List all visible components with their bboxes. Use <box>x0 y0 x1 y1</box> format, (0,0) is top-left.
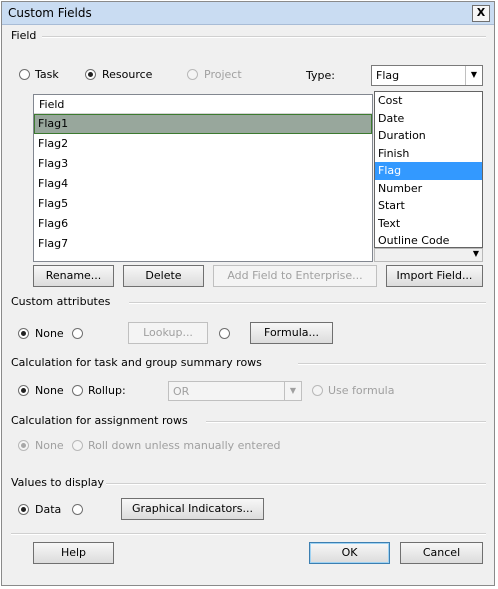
field-list-header-label: Field <box>39 98 65 111</box>
assignment-none-radio[interactable] <box>18 440 29 451</box>
dropdown-option-label: Duration <box>378 129 426 142</box>
project-radio[interactable] <box>187 69 198 80</box>
dropdown-option[interactable]: Outline Code <box>375 232 482 250</box>
list-item-label: Flag1 <box>38 117 69 130</box>
formula-radio[interactable] <box>219 328 230 339</box>
dropdown-option-label: Finish <box>378 146 410 160</box>
roll-down-label: Roll down unless manually entered <box>88 439 281 452</box>
task-radio-label: Task <box>35 68 59 81</box>
list-item[interactable]: Flag4 <box>34 174 372 194</box>
list-item[interactable]: Flag3 <box>34 154 372 174</box>
delete-button[interactable]: Delete <box>123 265 204 287</box>
resource-radio-label: Resource <box>102 68 153 81</box>
data-radio-label: Data <box>35 503 62 516</box>
rollup-radio[interactable] <box>72 385 83 396</box>
dropdown-option[interactable]: Duration <box>375 127 482 145</box>
graphical-indicators-button[interactable]: Graphical Indicators... <box>121 498 264 520</box>
dropdown-option-label: Text <box>378 216 401 230</box>
dropdown-option-label: Start <box>378 199 405 212</box>
dropdown-option-label: Number <box>378 181 423 195</box>
chevron-down-icon: ▼ <box>465 66 482 85</box>
dropdown-option[interactable]: Cost <box>375 92 482 110</box>
list-scrollbar-bottom[interactable]: ▼ <box>374 248 483 262</box>
close-icon: X <box>476 6 486 19</box>
dropdown-option[interactable]: Text <box>375 215 482 233</box>
use-formula-radio[interactable] <box>312 385 323 396</box>
list-item[interactable]: Flag7 <box>34 234 372 254</box>
dialog-title: Custom Fields <box>8 6 92 20</box>
list-item-label: Flag2 <box>38 137 69 150</box>
list-item-label: Flag4 <box>38 177 69 190</box>
summary-none-radio[interactable] <box>18 385 29 396</box>
dropdown-option-highlighted[interactable]: Flag <box>375 162 482 180</box>
dropdown-option[interactable]: Start <box>375 197 482 215</box>
field-group-label: Field <box>11 29 37 42</box>
formula-button[interactable]: Formula... <box>250 322 333 344</box>
list-item[interactable]: Flag2 <box>34 134 372 154</box>
cancel-button[interactable]: Cancel <box>400 542 483 564</box>
list-item-label: Flag6 <box>38 217 69 230</box>
custom-attributes-separator <box>129 302 486 304</box>
scroll-down-icon: ▼ <box>472 249 479 258</box>
task-radio[interactable] <box>19 69 30 80</box>
dropdown-option-label: Date <box>378 111 405 125</box>
chevron-down-icon: ▼ <box>284 382 301 400</box>
list-item-label: Flag7 <box>38 237 69 250</box>
project-radio-label: Project <box>204 68 242 81</box>
field-list[interactable]: Field Flag1 Flag2 Flag3 Flag4 Flag5 Flag… <box>33 94 373 262</box>
add-to-enterprise-button[interactable]: Add Field to Enterprise... <box>213 265 377 287</box>
close-button[interactable]: X <box>472 5 490 22</box>
footer-separator <box>11 533 486 535</box>
dropdown-option[interactable]: Finish <box>375 145 482 163</box>
calc-summary-label: Calculation for task and group summary r… <box>11 356 262 369</box>
field-group-separator <box>42 36 486 38</box>
rollup-select-value: OR <box>173 385 190 398</box>
type-select[interactable]: Flag ▼ <box>371 65 483 86</box>
dropdown-option[interactable]: Date <box>375 110 482 128</box>
rollup-select[interactable]: OR ▼ <box>168 381 302 401</box>
type-label: Type: <box>306 69 335 82</box>
custom-none-label: None <box>35 327 64 340</box>
values-display-label: Values to display <box>11 476 105 489</box>
dropdown-option-label: Outline Code <box>378 234 450 247</box>
rollup-label: Rollup: <box>88 384 126 397</box>
custom-none-radio[interactable] <box>18 328 29 339</box>
dropdown-option[interactable]: Number <box>375 180 482 198</box>
field-list-header: Field <box>34 95 372 114</box>
ok-button[interactable]: OK <box>309 542 390 564</box>
graphical-radio[interactable] <box>72 504 83 515</box>
lookup-radio[interactable] <box>72 328 83 339</box>
list-item[interactable]: Flag5 <box>34 194 372 214</box>
list-item-label: Flag5 <box>38 197 69 210</box>
custom-fields-dialog: Custom Fields X Field Task Resource Proj… <box>1 1 495 586</box>
calc-assignment-separator <box>206 421 486 423</box>
list-item[interactable]: Flag6 <box>34 214 372 234</box>
data-radio[interactable] <box>18 504 29 515</box>
type-select-value: Flag <box>376 69 400 82</box>
values-display-separator <box>106 483 486 485</box>
use-formula-label: Use formula <box>328 384 395 397</box>
roll-down-radio[interactable] <box>72 440 83 451</box>
help-button[interactable]: Help <box>33 542 114 564</box>
list-item[interactable]: Flag1 <box>34 114 372 134</box>
dropdown-option-label: Flag <box>378 164 402 177</box>
type-dropdown-list[interactable]: Cost Date Duration Finish Flag Number St… <box>374 91 483 248</box>
title-bar: Custom Fields X <box>2 2 494 25</box>
rename-button[interactable]: Rename... <box>33 265 114 287</box>
calc-summary-separator <box>298 363 486 365</box>
summary-none-label: None <box>35 384 64 397</box>
list-item-label: Flag3 <box>38 157 69 170</box>
dropdown-option-label: Cost <box>378 94 403 107</box>
assignment-none-label: None <box>35 439 64 452</box>
calc-assignment-label: Calculation for assignment rows <box>11 414 188 427</box>
custom-attributes-label: Custom attributes <box>11 295 111 308</box>
resource-radio[interactable] <box>85 69 96 80</box>
lookup-button[interactable]: Lookup... <box>128 322 208 344</box>
import-field-button[interactable]: Import Field... <box>386 265 483 287</box>
